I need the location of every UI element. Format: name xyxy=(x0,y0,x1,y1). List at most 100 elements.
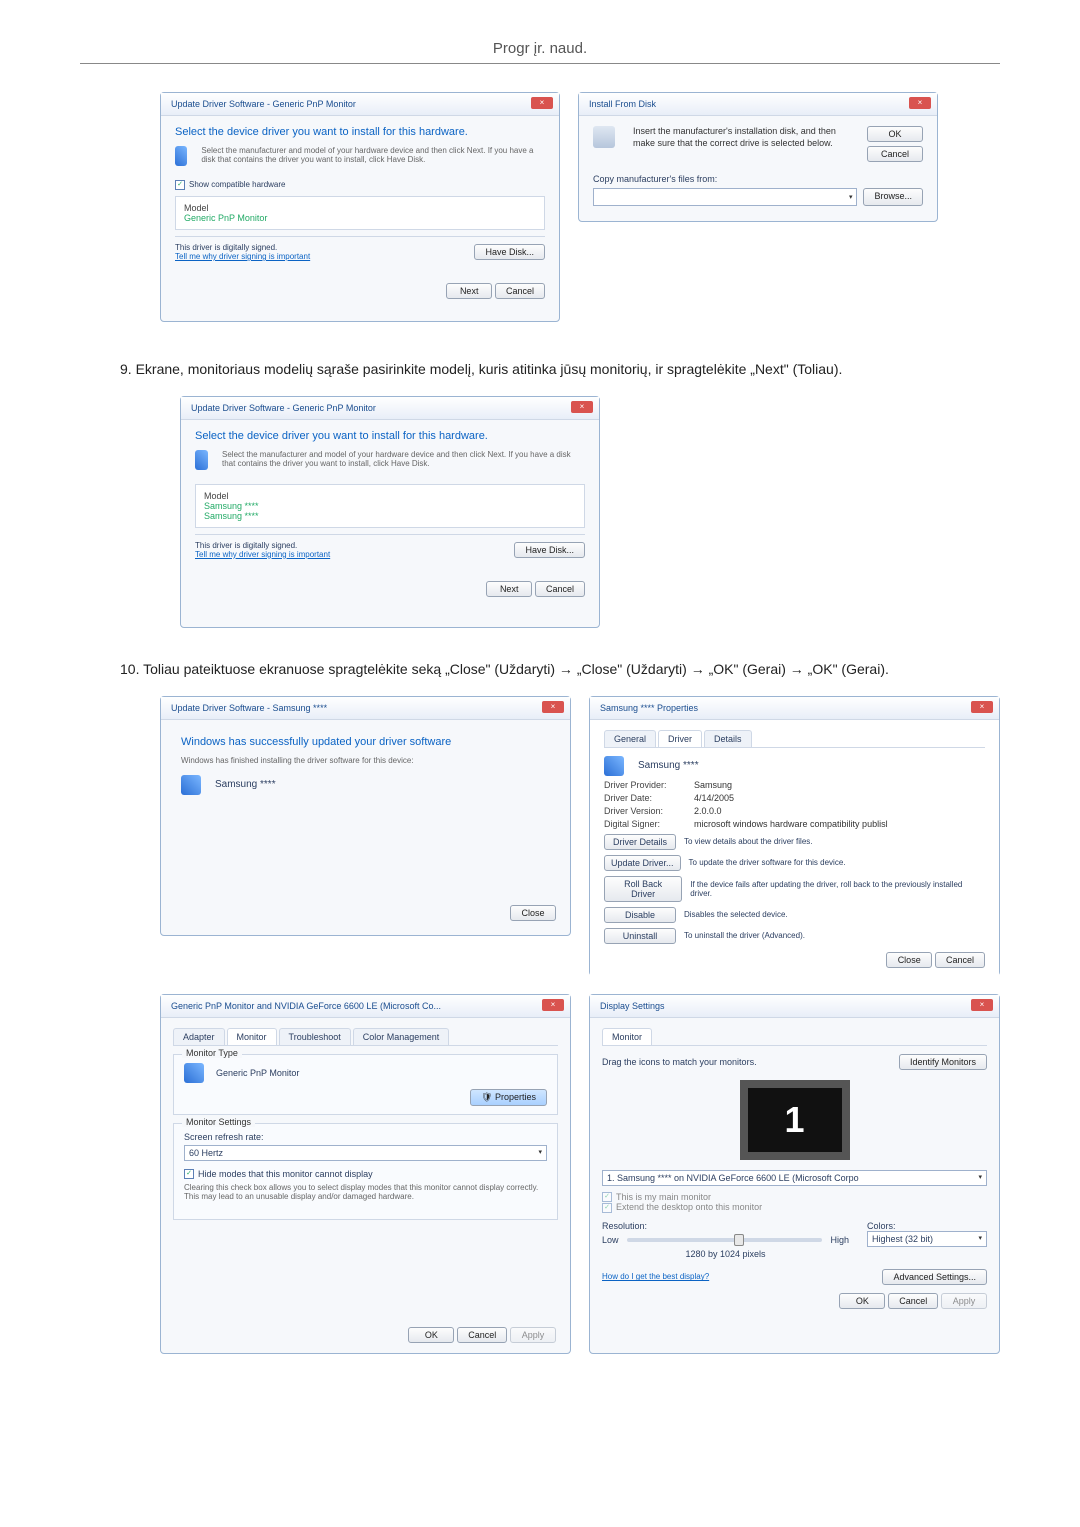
driver-icon xyxy=(175,146,187,166)
update-driver-wizard-1: × Update Driver Software - Generic PnP M… xyxy=(160,92,560,322)
tab-troubleshoot[interactable]: Troubleshoot xyxy=(279,1028,351,1045)
chevron-down-icon[interactable]: ▾ xyxy=(849,193,853,201)
next-button[interactable]: Next xyxy=(446,283,492,299)
signed-text: This driver is digitally signed. xyxy=(175,243,310,252)
extend-checkbox: ✓ xyxy=(602,1203,612,1213)
label: Driver Date: xyxy=(604,793,694,803)
desc: If the device fails after updating the d… xyxy=(690,880,985,898)
cancel-button[interactable]: Cancel xyxy=(495,283,545,299)
main-label: This is my main monitor xyxy=(616,1192,711,1202)
tab-general[interactable]: General xyxy=(604,730,656,747)
window-title: Display Settings xyxy=(590,995,999,1018)
colors-label: Colors: xyxy=(867,1221,987,1231)
close-icon[interactable]: × xyxy=(531,97,553,109)
desc: Disables the selected device. xyxy=(684,910,788,919)
high-label: High xyxy=(830,1235,849,1245)
group-monitor-type: Monitor Type xyxy=(182,1048,242,1058)
tab-color-management[interactable]: Color Management xyxy=(353,1028,450,1045)
best-display-link[interactable]: How do I get the best display? xyxy=(602,1272,709,1281)
cancel-button[interactable]: Cancel xyxy=(867,146,923,162)
close-icon[interactable]: × xyxy=(971,999,993,1011)
refresh-select[interactable]: 60 Hertz▾ xyxy=(184,1145,547,1161)
uninstall-button[interactable]: Uninstall xyxy=(604,928,676,944)
ok-button[interactable]: OK xyxy=(867,126,923,142)
monitor-combo[interactable]: 1. Samsung **** on NVIDIA GeForce 6600 L… xyxy=(602,1170,987,1186)
ok-button[interactable]: OK xyxy=(408,1327,454,1343)
have-disk-button[interactable]: Have Disk... xyxy=(514,542,585,558)
device-name: Samsung **** xyxy=(638,760,699,771)
close-button[interactable]: Close xyxy=(886,952,932,968)
cancel-button[interactable]: Cancel xyxy=(888,1293,938,1309)
identify-button[interactable]: Identify Monitors xyxy=(899,1054,987,1070)
monitor-preview[interactable]: 1 xyxy=(740,1080,850,1160)
compat-checkbox[interactable]: ✓ xyxy=(175,180,185,190)
desc: To view details about the driver files. xyxy=(684,837,813,846)
page-header: Progr įr. naud. xyxy=(80,40,1000,64)
colors-select[interactable]: Highest (32 bit)▾ xyxy=(867,1231,987,1247)
value: 60 Hertz xyxy=(189,1148,223,1158)
signing-link[interactable]: Tell me why driver signing is important xyxy=(195,550,330,559)
compat-label: Show compatible hardware xyxy=(189,180,286,189)
monitor-icon xyxy=(184,1063,204,1083)
tab-adapter[interactable]: Adapter xyxy=(173,1028,225,1045)
list-item[interactable]: Generic PnP Monitor xyxy=(184,213,536,223)
hide-label: Hide modes that this monitor cannot disp… xyxy=(198,1169,373,1179)
model-list[interactable]: Model Generic PnP Monitor xyxy=(175,196,545,230)
column-model: Model xyxy=(184,203,536,213)
column-model: Model xyxy=(204,491,576,501)
drag-text: Drag the icons to match your monitors. xyxy=(602,1057,757,1067)
list-item[interactable]: Samsung **** xyxy=(204,511,576,521)
close-icon[interactable]: × xyxy=(909,97,931,109)
advanced-button[interactable]: Advanced Settings... xyxy=(882,1269,987,1285)
driver-details-button[interactable]: Driver Details xyxy=(604,834,676,850)
done-heading: Windows has successfully updated your dr… xyxy=(181,736,550,748)
step-9-text: 9. Ekrane, monitoriaus modelių sąraše pa… xyxy=(120,358,1000,382)
close-icon[interactable]: × xyxy=(571,401,593,413)
cancel-button[interactable]: Cancel xyxy=(535,581,585,597)
copy-path-input[interactable]: ▾ xyxy=(593,188,857,206)
tab-driver[interactable]: Driver xyxy=(658,730,702,747)
done-sub: Windows has finished installing the driv… xyxy=(181,756,550,765)
properties-button[interactable]: 🛡 Properties xyxy=(470,1089,547,1106)
apply-button[interactable]: Apply xyxy=(510,1327,556,1343)
label: Properties xyxy=(495,1092,536,1102)
next-button[interactable]: Next xyxy=(486,581,532,597)
extend-label: Extend the desktop onto this monitor xyxy=(616,1202,762,1212)
desc: To uninstall the driver (Advanced). xyxy=(684,931,805,940)
close-icon[interactable]: × xyxy=(542,701,564,713)
value: 1. Samsung **** on NVIDIA GeForce 6600 L… xyxy=(607,1173,859,1183)
tab-details[interactable]: Details xyxy=(704,730,752,747)
slider-thumb[interactable] xyxy=(734,1234,744,1246)
cancel-button[interactable]: Cancel xyxy=(457,1327,507,1343)
close-button[interactable]: Close xyxy=(510,905,556,921)
list-item[interactable]: Samsung **** xyxy=(204,501,576,511)
tab-monitor[interactable]: Monitor xyxy=(602,1028,652,1045)
signing-link[interactable]: Tell me why driver signing is important xyxy=(175,252,310,261)
wizard-subtext: Select the manufacturer and model of you… xyxy=(222,450,585,468)
hide-note: Clearing this check box allows you to se… xyxy=(184,1183,547,1201)
close-icon[interactable]: × xyxy=(542,999,564,1011)
step-10-text: 10. Toliau pateiktuose ekranuose spragte… xyxy=(120,658,1000,682)
have-disk-button[interactable]: Have Disk... xyxy=(474,244,545,260)
tab-monitor[interactable]: Monitor xyxy=(227,1028,277,1045)
window-title: Update Driver Software - Generic PnP Mon… xyxy=(181,397,599,420)
browse-button[interactable]: Browse... xyxy=(863,188,923,206)
refresh-label: Screen refresh rate: xyxy=(184,1132,547,1142)
update-driver-button[interactable]: Update Driver... xyxy=(604,855,681,871)
ok-button[interactable]: OK xyxy=(839,1293,885,1309)
hide-modes-checkbox[interactable]: ✓ xyxy=(184,1169,194,1179)
model-list[interactable]: Model Samsung **** Samsung **** xyxy=(195,484,585,528)
disable-button[interactable]: Disable xyxy=(604,907,676,923)
close-icon[interactable]: × xyxy=(971,701,993,713)
low-label: Low xyxy=(602,1235,619,1245)
desc: To update the driver software for this d… xyxy=(689,858,846,867)
wizard-heading: Select the device driver you want to ins… xyxy=(195,430,585,442)
window-title: Update Driver Software - Generic PnP Mon… xyxy=(161,93,559,116)
rollback-button[interactable]: Roll Back Driver xyxy=(604,876,682,902)
resolution-slider[interactable] xyxy=(627,1238,823,1242)
label: Digital Signer: xyxy=(604,819,694,829)
window-title: Install From Disk xyxy=(579,93,937,116)
apply-button[interactable]: Apply xyxy=(941,1293,987,1309)
cancel-button[interactable]: Cancel xyxy=(935,952,985,968)
resolution-value: 1280 by 1024 pixels xyxy=(602,1249,849,1259)
